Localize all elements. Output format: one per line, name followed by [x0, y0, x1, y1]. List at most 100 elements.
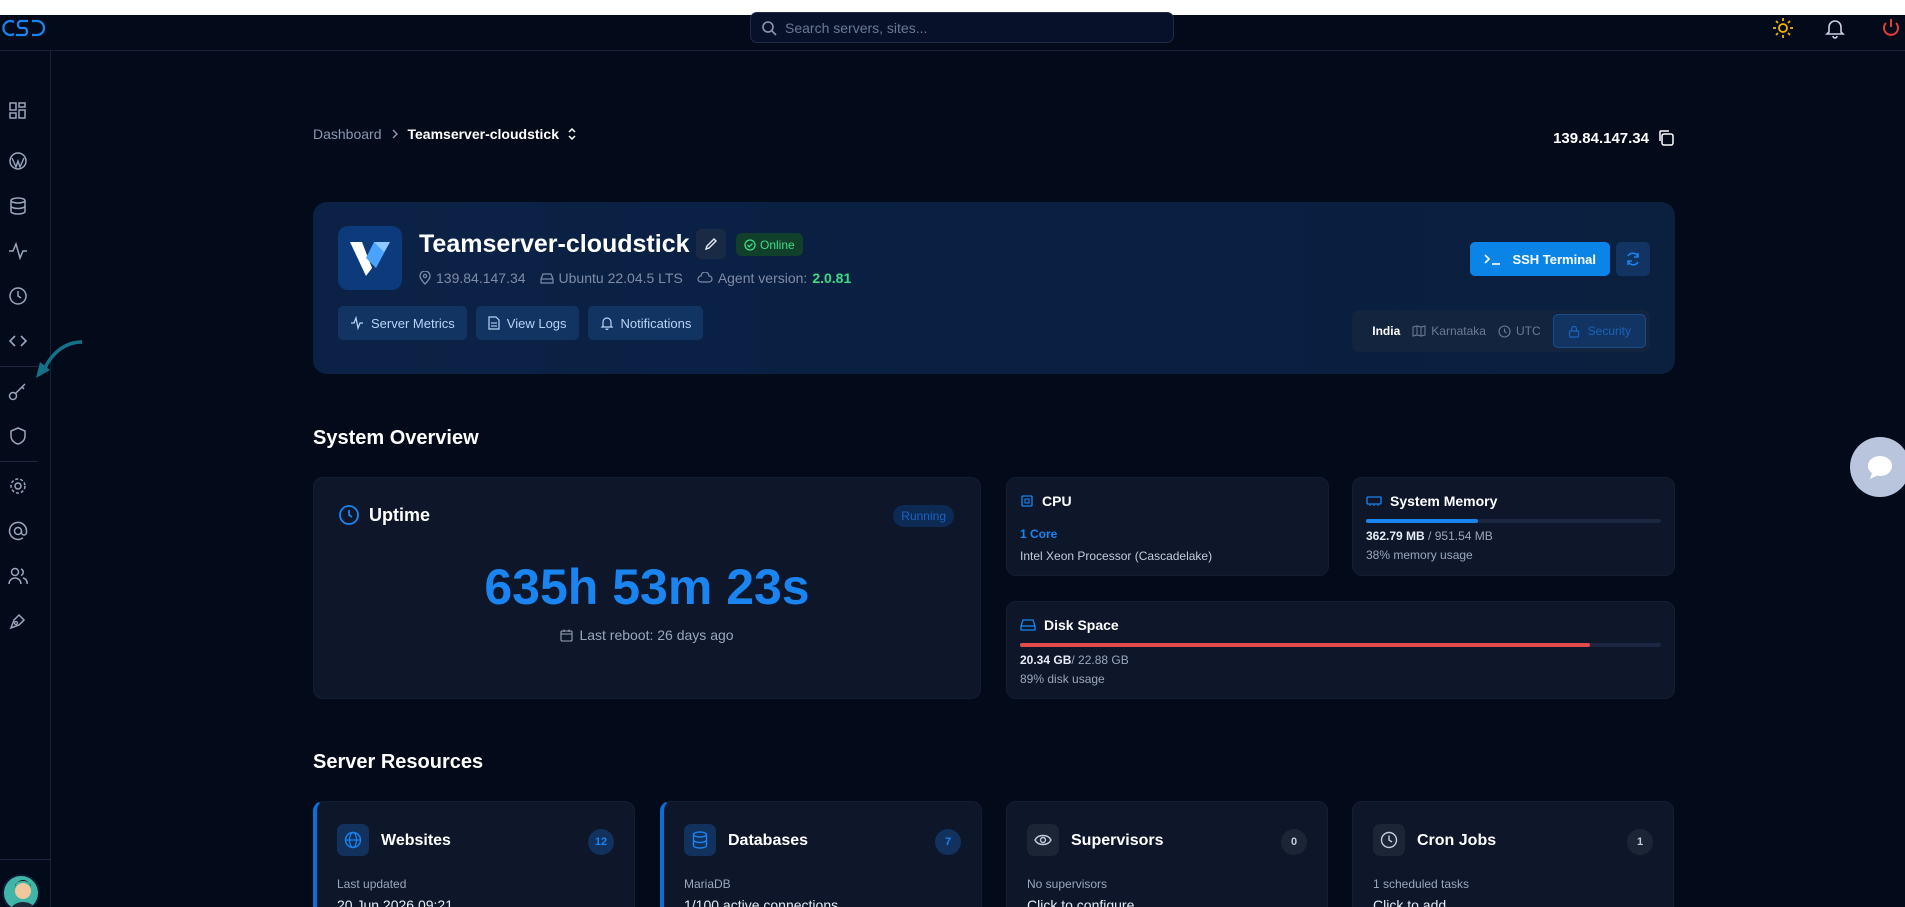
databases-sub: MariaDB: [684, 877, 731, 891]
region-text: Karnataka: [1431, 324, 1486, 338]
chevron-up-down-icon[interactable]: [567, 127, 577, 141]
notifications-button[interactable]: Notifications: [587, 306, 704, 340]
check-circle-icon: [744, 238, 756, 251]
avatar[interactable]: [2, 874, 40, 907]
eye-icon: [1027, 824, 1059, 856]
wordpress-globe-icon[interactable]: [8, 151, 30, 173]
websites-count-badge: 12: [588, 829, 614, 855]
server-metrics-button[interactable]: Server Metrics: [338, 306, 467, 340]
memory-title-text: System Memory: [1390, 493, 1498, 509]
terminal-icon: [1484, 254, 1501, 265]
ip-address-text: 139.84.147.34: [1553, 129, 1649, 147]
server-action-buttons: Server Metrics View Logs Notifications: [338, 306, 704, 340]
at-sign-icon[interactable]: [8, 521, 30, 543]
supervisors-title: Supervisors: [1071, 832, 1164, 849]
database-icon[interactable]: [8, 196, 30, 218]
copy-icon[interactable]: [1657, 129, 1675, 147]
breadcrumb-dashboard-link[interactable]: Dashboard: [313, 126, 382, 142]
server-meta: 139.84.147.34 Ubuntu 22.04.5 LTS Agent v…: [419, 270, 851, 286]
databases-card[interactable]: Databases 7 MariaDB 1/100 active connect…: [660, 801, 982, 907]
chevron-right-icon: [392, 129, 398, 139]
gear-icon[interactable]: [8, 476, 30, 498]
server-os: Ubuntu 22.04.5 LTS: [558, 270, 683, 286]
websites-title: Websites: [381, 832, 451, 849]
memory-progress-fill: [1366, 519, 1479, 523]
websites-card[interactable]: Websites 12 Last updated 20 Jun 2026 09:…: [313, 801, 635, 907]
last-reboot: Last reboot: 26 days ago: [314, 627, 980, 643]
view-logs-button[interactable]: View Logs: [475, 306, 579, 340]
activity-icon[interactable]: [8, 241, 30, 263]
disk-progress-fill: [1020, 643, 1591, 647]
cpu-chip-icon: [1021, 495, 1033, 507]
supervisors-sub: No supervisors: [1027, 877, 1108, 891]
memory-used: 362.79 MB: [1366, 529, 1425, 543]
dashboard-grid-icon[interactable]: [8, 101, 30, 123]
disk-amount: 20.34 GB/ 22.88 GB: [1020, 653, 1129, 667]
disk-title: Disk Space: [1020, 617, 1119, 633]
cpu-cores: 1 Core: [1020, 527, 1058, 541]
supervisors-card[interactable]: Supervisors 0 No supervisors Click to co…: [1006, 801, 1328, 907]
bell-icon[interactable]: [1824, 17, 1846, 39]
notifications-label: Notifications: [620, 315, 692, 331]
databases-count-badge: 7: [935, 829, 961, 855]
ip-address-header: 139.84.147.34: [1553, 129, 1675, 147]
server-ip: 139.84.147.34: [436, 270, 526, 286]
server-provider-logo: [338, 226, 402, 290]
disk-title-text: Disk Space: [1044, 617, 1119, 633]
chat-bubble-icon: [1868, 456, 1892, 479]
ssh-terminal-button[interactable]: SSH Terminal: [1470, 242, 1610, 276]
power-icon[interactable]: [1880, 17, 1902, 39]
memory-card: System Memory 362.79 MB / 951.54 MB 38% …: [1352, 477, 1675, 576]
running-badge: Running: [893, 505, 954, 527]
theme-toggle-sun-icon[interactable]: [1772, 17, 1794, 39]
memory-total: / 951.54 MB: [1428, 529, 1493, 543]
pencil-icon: [704, 238, 717, 251]
refresh-icon: [1627, 252, 1639, 266]
websites-sub: Last updated: [337, 877, 407, 891]
memory-usage: 38% memory usage: [1366, 548, 1473, 562]
uptime-title: Uptime: [338, 504, 430, 526]
cloud-icon: [697, 272, 713, 283]
cpu-card: CPU 1 Core Intel Xeon Processor (Cascade…: [1006, 477, 1329, 576]
hard-drive-icon: [1020, 619, 1036, 631]
logo-icon[interactable]: [2, 16, 46, 38]
agent-label: Agent version:: [717, 270, 808, 286]
security-button[interactable]: Security: [1552, 314, 1646, 348]
cpu-title: CPU: [1020, 493, 1072, 509]
databases-value: 1/100 active connections: [684, 897, 839, 907]
cron-jobs-value[interactable]: Click to add: [1373, 897, 1446, 907]
clock-icon: [1498, 324, 1511, 338]
activity-icon: [351, 316, 363, 330]
calendar-icon: [560, 629, 573, 642]
server-resources-heading: Server Resources: [313, 751, 484, 773]
breadcrumb-current: Teamserver-cloudstick: [407, 126, 559, 142]
uptime-value: 635h 53m 23s: [484, 559, 810, 615]
lock-icon: [1568, 325, 1579, 338]
sidebar-divider: [0, 859, 51, 860]
database-icon: [684, 824, 716, 856]
pen-tool-icon[interactable]: [8, 611, 30, 633]
search-input[interactable]: [785, 19, 1145, 36]
supervisors-count-badge: 0: [1281, 829, 1307, 855]
cron-jobs-title: Cron Jobs: [1417, 832, 1497, 849]
breadcrumb: Dashboard Teamserver-cloudstick: [313, 126, 577, 142]
country-text: India: [1372, 324, 1401, 338]
supervisors-value[interactable]: Click to configure: [1027, 897, 1134, 907]
search-bar[interactable]: [750, 12, 1174, 43]
users-icon[interactable]: [8, 566, 30, 588]
map-pin-icon: [419, 271, 431, 285]
system-overview-heading: System Overview: [313, 427, 479, 449]
edit-name-button[interactable]: [696, 229, 726, 259]
chat-widget-button[interactable]: [1850, 437, 1905, 497]
security-label: Security: [1587, 324, 1631, 338]
memory-progress-bar: [1366, 519, 1661, 523]
clock-icon[interactable]: [8, 286, 30, 308]
clock-icon: [1373, 824, 1405, 856]
refresh-button[interactable]: [1616, 242, 1650, 276]
sidebar: [0, 51, 51, 907]
shield-icon[interactable]: [8, 426, 30, 448]
cron-jobs-card[interactable]: Cron Jobs 1 1 scheduled tasks Click to a…: [1352, 801, 1674, 907]
key-icon[interactable]: [8, 381, 30, 403]
server-metrics-label: Server Metrics: [371, 315, 455, 331]
hard-drive-icon: [539, 273, 554, 284]
